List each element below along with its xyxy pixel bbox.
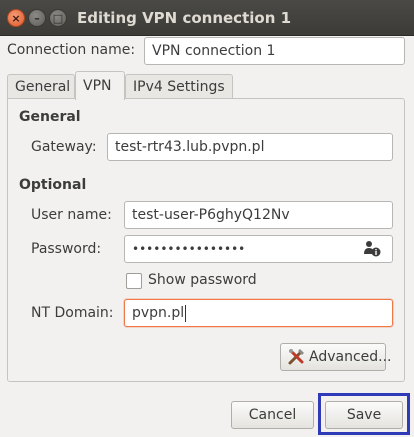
save-highlight-box [318,393,410,435]
nt-domain-label: NT Domain: [31,305,114,321]
minimize-window-button[interactable]: – [28,9,46,27]
cancel-button[interactable]: Cancel [231,401,314,429]
tools-icon [287,348,307,366]
text-caret [185,304,187,322]
show-password-checkbox[interactable] [126,273,142,289]
maximize-window-button[interactable]: □ [49,9,67,27]
advanced-button[interactable]: Advanced... [280,343,392,371]
connection-name-label: Connection name: [7,42,136,58]
tab-bar: General VPN IPv4 Settings [7,71,405,100]
general-heading: General [19,109,81,125]
tab-ipv4-settings[interactable]: IPv4 Settings [125,74,233,100]
gateway-input[interactable]: test-rtr43.lub.pvpn.pl [107,133,393,161]
nt-domain-input[interactable]: pvpn.pl [124,299,393,327]
tab-general[interactable]: General [7,74,75,100]
password-label: Password: [31,241,102,257]
tab-vpn[interactable]: VPN [75,71,125,100]
connection-name-input[interactable]: VPN connection 1 [144,37,405,65]
gateway-label: Gateway: [31,139,97,155]
password-input[interactable]: •••••••••••••••• [124,235,393,263]
window-title: Editing VPN connection 1 [77,9,292,27]
username-input[interactable]: test-user-P6ghyQ12Nv [124,201,393,229]
optional-heading: Optional [19,177,87,193]
password-value: •••••••••••••••• [132,242,246,256]
title-bar: × – □ Editing VPN connection 1 [0,0,414,36]
show-password-label[interactable]: Show password [148,272,257,288]
nt-domain-value: pvpn.pl [132,305,185,321]
close-window-button[interactable]: × [7,9,25,27]
advanced-button-label: Advanced... [309,349,392,365]
user-info-icon[interactable] [363,240,381,258]
username-label: User name: [31,207,112,223]
